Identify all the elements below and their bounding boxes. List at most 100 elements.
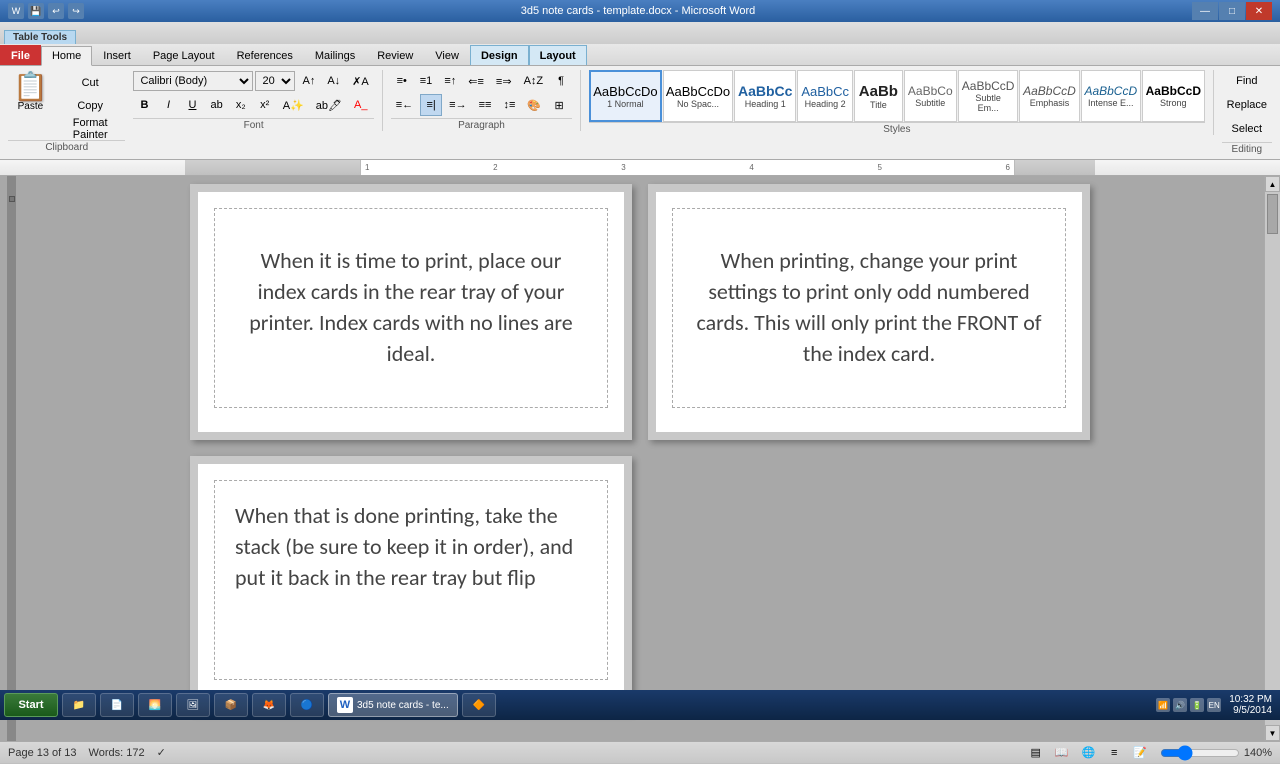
style-heading1[interactable]: AaBbCc Heading 1 (734, 70, 796, 122)
align-left-button[interactable]: ≡← (391, 94, 418, 116)
taskbar-photoshop[interactable]: 🖼 (176, 693, 210, 717)
line-spacing-button[interactable]: ↕≡ (498, 94, 520, 116)
text-effects-button[interactable]: A✨ (278, 94, 309, 116)
tab-file[interactable]: File (0, 45, 41, 65)
taskbar-word[interactable]: W 3d5 note cards - te... (328, 693, 458, 717)
start-button[interactable]: Start (4, 693, 58, 717)
paste-button[interactable]: 📋 Paste (8, 70, 53, 140)
title-bar: W 💾 ↩ ↪ 3d5 note cards - template.docx -… (0, 0, 1280, 22)
full-reading-button[interactable]: 📖 (1050, 742, 1074, 764)
style-subtitle[interactable]: AaBbCo Subtitle (904, 70, 957, 122)
show-marks-button[interactable]: ¶ (550, 70, 572, 92)
window-controls[interactable]: — □ ✕ (1192, 2, 1272, 20)
ruler-content: 12 34 56 (360, 160, 1015, 175)
style-intense-e[interactable]: AaBbCcD Intense E... (1081, 70, 1141, 122)
quick-access-redo[interactable]: ↪ (68, 3, 84, 19)
replace-button[interactable]: Replace (1222, 94, 1272, 116)
right-scrollbar[interactable]: ▲ ▼ (1264, 176, 1280, 741)
select-button[interactable]: Select (1222, 118, 1272, 140)
font-grow-button[interactable]: A↑ (297, 70, 320, 92)
card-inner-3: When that is done printing, take the sta… (198, 464, 624, 704)
zoom-slider[interactable] (1160, 745, 1240, 761)
tab-page-layout[interactable]: Page Layout (142, 45, 226, 65)
format-painter-button[interactable]: Format Painter (55, 118, 126, 140)
text-highlight-button[interactable]: ab🖊 (311, 94, 347, 116)
strikethrough-button[interactable]: ab (205, 94, 227, 116)
shading-button[interactable]: 🎨 (522, 94, 546, 116)
tab-insert[interactable]: Insert (92, 45, 142, 65)
style-subtitle-label: Subtitle (915, 98, 945, 108)
taskbar-lightroom[interactable]: 🌅 (138, 693, 172, 717)
tab-design[interactable]: Design (470, 45, 529, 65)
taskbar-right: 📶 🔊 🔋 EN 10:32 PM9/5/2014 (1156, 694, 1276, 716)
web-layout-button[interactable]: 🌐 (1076, 742, 1100, 764)
font-name-select[interactable]: Calibri (Body) (133, 71, 253, 91)
tray-lang-icon[interactable]: EN (1207, 698, 1221, 712)
bold-button[interactable]: B (133, 94, 155, 116)
font-color-button[interactable]: A_ (349, 94, 372, 116)
outline-button[interactable]: ≡ (1103, 742, 1125, 764)
style-emphasis[interactable]: AaBbCcD Emphasis (1019, 70, 1079, 122)
tab-mailings[interactable]: Mailings (304, 45, 366, 65)
style-title[interactable]: AaBb Title (854, 70, 902, 122)
style-heading2[interactable]: AaBbCc Heading 2 (797, 70, 853, 122)
taskbar-unknown[interactable]: 📦 (214, 693, 248, 717)
scroll-down-button[interactable]: ▼ (1265, 725, 1280, 741)
tab-review[interactable]: Review (366, 45, 424, 65)
bullets-button[interactable]: ≡• (391, 70, 413, 92)
numbering-button[interactable]: ≡1 (415, 70, 438, 92)
page-indicator: Page 13 of 13 (8, 747, 77, 759)
card-dashed-3[interactable]: When that is done printing, take the sta… (214, 480, 608, 680)
sort-button[interactable]: A↕Z (519, 70, 549, 92)
quick-access-save[interactable]: 💾 (28, 3, 44, 19)
scroll-up-button[interactable]: ▲ (1265, 176, 1280, 192)
card-dashed-2[interactable]: When printing, change your print setting… (672, 208, 1066, 408)
cut-button[interactable]: Cut (55, 72, 126, 94)
taskbar-chrome[interactable]: 🔵 (290, 693, 324, 717)
multilevel-list-button[interactable]: ≡↑ (439, 70, 461, 92)
view-buttons: ▤ 📖 🌐 ≡ 📝 (1025, 742, 1152, 764)
subscript-button[interactable]: x₂ (230, 94, 252, 116)
scroll-thumb[interactable] (1267, 194, 1278, 234)
scroll-track[interactable] (1265, 192, 1280, 725)
tab-references[interactable]: References (226, 45, 304, 65)
underline-button[interactable]: U (181, 94, 203, 116)
find-button[interactable]: Find (1222, 70, 1272, 92)
taskbar-adobe[interactable]: 📄 (100, 693, 134, 717)
style-subtle-em[interactable]: AaBbCcD Subtle Em... (958, 70, 1018, 122)
style-normal[interactable]: AaBbCcDo 1 Normal (589, 70, 662, 122)
card-dashed-1[interactable]: When it is time to print, place our inde… (214, 208, 608, 408)
spell-check-icon[interactable]: ✓ (157, 746, 166, 759)
close-button[interactable]: ✕ (1246, 2, 1272, 20)
borders-button[interactable]: ⊞ (548, 94, 570, 116)
minimize-button[interactable]: — (1192, 2, 1218, 20)
taskbar-explorer[interactable]: 📁 (62, 693, 96, 717)
copy-button[interactable]: Copy (55, 95, 126, 117)
quick-access-undo[interactable]: ↩ (48, 3, 64, 19)
clock[interactable]: 10:32 PM9/5/2014 (1225, 694, 1276, 716)
style-nospace-preview: AaBbCcDo (666, 84, 730, 99)
align-center-button[interactable]: ≡| (420, 94, 442, 116)
maximize-button[interactable]: □ (1219, 2, 1245, 20)
clear-format-button[interactable]: ✗A (347, 70, 374, 92)
taskbar-vlc[interactable]: 🔶 (462, 693, 496, 717)
justify-button[interactable]: ≡≡ (474, 94, 497, 116)
style-strong[interactable]: AaBbCcD Strong (1142, 70, 1205, 122)
increase-indent-button[interactable]: ≡⇒ (491, 70, 517, 92)
superscript-button[interactable]: x² (254, 94, 276, 116)
tab-layout[interactable]: Layout (529, 45, 587, 65)
italic-button[interactable]: I (157, 94, 179, 116)
taskbar-firefox[interactable]: 🦊 (252, 693, 286, 717)
tab-home[interactable]: Home (41, 46, 92, 66)
tray-network-icon[interactable]: 📶 (1156, 698, 1170, 712)
tray-volume-icon[interactable]: 🔊 (1173, 698, 1187, 712)
font-shrink-button[interactable]: A↓ (322, 70, 345, 92)
draft-button[interactable]: 📝 (1128, 742, 1152, 764)
align-right-button[interactable]: ≡→ (444, 94, 471, 116)
font-size-select[interactable]: 20 (255, 71, 295, 91)
print-layout-button[interactable]: ▤ (1025, 742, 1047, 764)
style-nospace[interactable]: AaBbCcDo No Spac... (663, 70, 734, 122)
document-area[interactable]: When it is time to print, place our inde… (16, 176, 1264, 741)
decrease-indent-button[interactable]: ⇐≡ (463, 70, 489, 92)
tab-view[interactable]: View (424, 45, 470, 65)
